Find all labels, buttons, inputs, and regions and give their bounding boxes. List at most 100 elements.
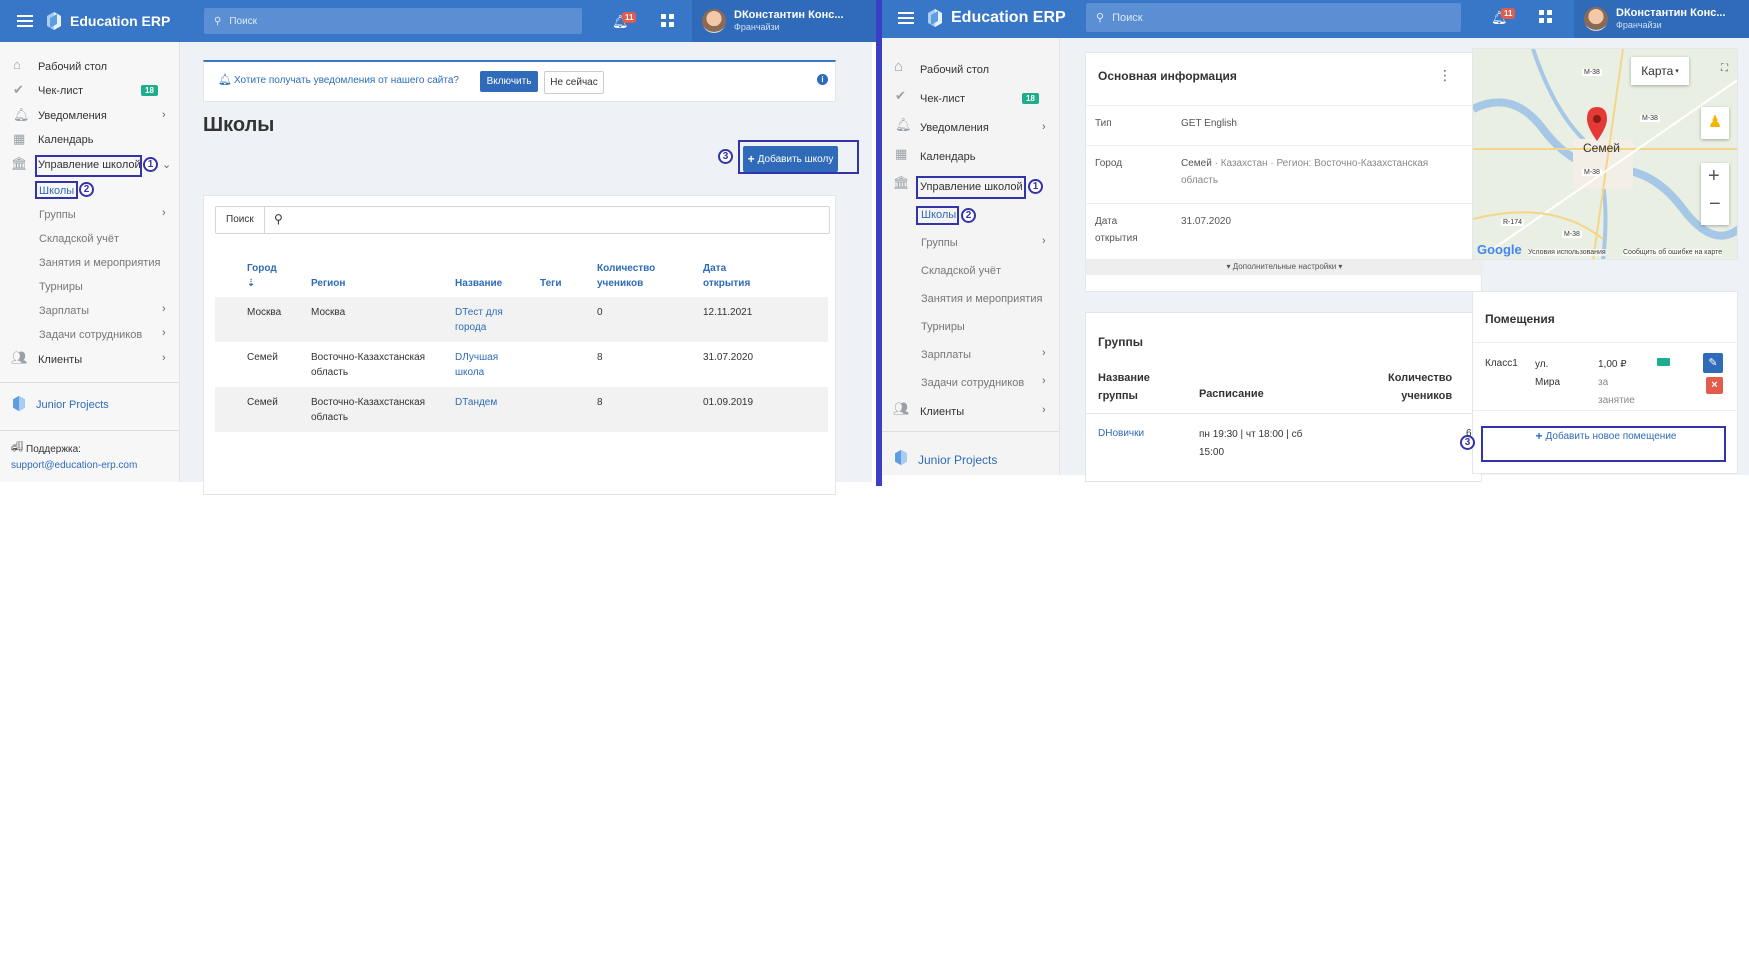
highlight-add-school [738,140,859,174]
nav-desktop[interactable]: Рабочий стол [920,64,989,76]
map-report-link[interactable]: Сообщить об ошибке на карте [1623,249,1723,256]
pegman-button[interactable]: ♟ [1701,107,1729,139]
road-label: М-38 [1562,231,1582,238]
junior-projects-icon [13,395,25,412]
nav-clients[interactable]: Клиенты [38,354,82,366]
table-row[interactable]: Семей Восточно-Казахстанская область DЛуч… [215,342,828,387]
nav-lessons[interactable]: Занятия и мероприятия [921,293,1042,305]
room-price: 1,00 ₽ за занятие [1598,359,1635,406]
search-box[interactable]: Поиск ⚲ [215,206,830,234]
bell-icon: 🔔︎ [13,107,30,122]
nav-groups[interactable]: Группы [921,237,958,249]
col-opened[interactable]: Дата открытия [703,261,750,291]
col-schedule[interactable]: Расписание [1199,387,1264,402]
menu-icon[interactable] [898,9,914,27]
cell-name-link[interactable]: DТандем [455,395,497,410]
cell-region: Восточно-Казахстанская область [311,352,426,378]
marker-1: 1 [143,157,158,172]
rooms-title: Помещения [1485,312,1555,326]
delete-room-button[interactable]: × [1706,377,1723,394]
cell-name-link[interactable]: DТест для города [455,305,503,335]
nav-checklist[interactable]: Чек-лист [38,85,83,97]
col-group-name[interactable]: Название группы [1098,369,1150,405]
col-name[interactable]: Название [455,276,502,291]
more-vertical-icon[interactable]: ⋮ [1438,67,1452,84]
basic-info-card: Основная информация ⋮ Тип GET English Го… [1085,52,1483,292]
chevron-right-icon: › [1042,235,1046,247]
row-divider [1086,203,1483,204]
page-title: Школы [203,114,275,136]
map-terms-link[interactable]: Условия использования [1528,249,1606,256]
col-students[interactable]: Количество учеников [597,261,655,291]
bell-ring-icon: 🔔︎ [218,74,232,86]
nav-salaries[interactable]: Зарплаты [39,305,89,317]
user-menu[interactable]: DКонстантин Конс... Франчайзи [1574,0,1749,38]
nav-notifications[interactable]: Уведомления [920,122,989,134]
checklist-badge: 18 [141,85,158,96]
enable-notifications-button[interactable]: Включить [480,71,538,92]
cell-region: Восточно-Казахстанская область [311,397,426,423]
edit-room-button[interactable]: ✎ [1703,353,1723,373]
nav-lessons[interactable]: Занятия и мероприятия [39,257,160,269]
nav-staff-tasks[interactable]: Задачи сотрудников [921,377,1024,389]
nav-salaries[interactable]: Зарплаты [921,349,971,361]
search-icon: ⚲ [274,212,283,226]
cell-city: Москва [247,307,282,318]
search-input[interactable]: ⚲ Поиск [204,8,582,34]
highlight-schools [35,181,78,199]
support-label: Поддержка: [26,444,81,455]
row-divider [1086,413,1483,414]
col-city[interactable]: Город ⇣ [247,261,277,291]
table-row[interactable]: Семей Восточно-Казахстанская область DТан… [215,387,828,432]
notification-banner: 🔔︎ Хотите получать уведомления от нашего… [203,60,836,102]
menu-icon[interactable] [17,12,33,30]
map-type-button[interactable]: Карта ▾ [1631,57,1689,85]
search-input[interactable]: ⚲ Поиск [1086,3,1461,32]
col-tags[interactable]: Теги [540,276,561,291]
apps-grid-icon[interactable] [1539,10,1552,23]
highlight-add-room [1481,426,1726,462]
room-name: Класс1 [1485,358,1518,369]
nav-notifications[interactable]: Уведомления [38,110,107,122]
zoom-in-button[interactable]: + [1708,165,1720,188]
date-value: 31.07.2020 [1181,216,1232,227]
nav-junior-projects[interactable]: Junior Projects [918,453,997,467]
city-value: Семей · Казахстан · Регион: Восточно-Каз… [1181,158,1429,186]
cell-city: Семей [247,352,278,363]
cell-name-link[interactable]: DЛучшая школа [455,350,498,380]
nav-staff-tasks[interactable]: Задачи сотрудников [39,329,142,341]
nav-warehouse[interactable]: Складской учёт [39,233,119,245]
nav-calendar[interactable]: Календарь [38,134,94,146]
road-label: М-38 [1582,169,1602,176]
fullscreen-icon[interactable]: ⛶ [1721,63,1728,74]
not-now-button[interactable]: Не сейчас [544,71,604,94]
map-card[interactable]: Семей М-38 М-38 М-38 R-174 М-38 Карта ▾ ⛶… [1472,48,1738,260]
nav-checklist[interactable]: Чек-лист [920,93,965,105]
brand[interactable]: Education ERP [898,0,1066,36]
zoom-out-button[interactable]: − [1709,193,1721,216]
nav-groups[interactable]: Группы [39,209,76,221]
chevron-right-icon: › [162,303,166,315]
additional-settings-toggle[interactable]: ▾ Дополнительные настройки ▾ [1086,259,1483,275]
support-email[interactable]: support@education-erp.com [11,460,137,471]
groups-title: Группы [1098,335,1143,349]
group-name-link[interactable]: DНовички [1098,426,1144,441]
col-region[interactable]: Регион [311,276,345,291]
nav-warehouse[interactable]: Складской учёт [921,265,1001,277]
highlight-school-management [916,176,1026,199]
user-menu[interactable]: DКонстантин Конс... Франчайзи [692,0,878,42]
nav-tournaments[interactable]: Турниры [921,321,965,333]
user-name: DКонстантин Конс... [1616,7,1726,19]
home-icon: ⌂ [894,58,904,75]
table-row[interactable]: Москва Москва DТест для города 0 12.11.20… [215,297,828,342]
apps-grid-icon[interactable] [661,14,674,27]
nav-clients[interactable]: Клиенты [920,406,964,418]
nav-tournaments[interactable]: Турниры [39,281,83,293]
col-student-count[interactable]: Количество учеников [1388,369,1452,405]
avatar [702,9,726,33]
brand[interactable]: Education ERP [17,0,170,42]
check-icon: ✔ [13,82,24,97]
nav-junior-projects[interactable]: Junior Projects [36,399,109,411]
nav-desktop[interactable]: Рабочий стол [38,61,107,73]
nav-calendar[interactable]: Календарь [920,151,976,163]
